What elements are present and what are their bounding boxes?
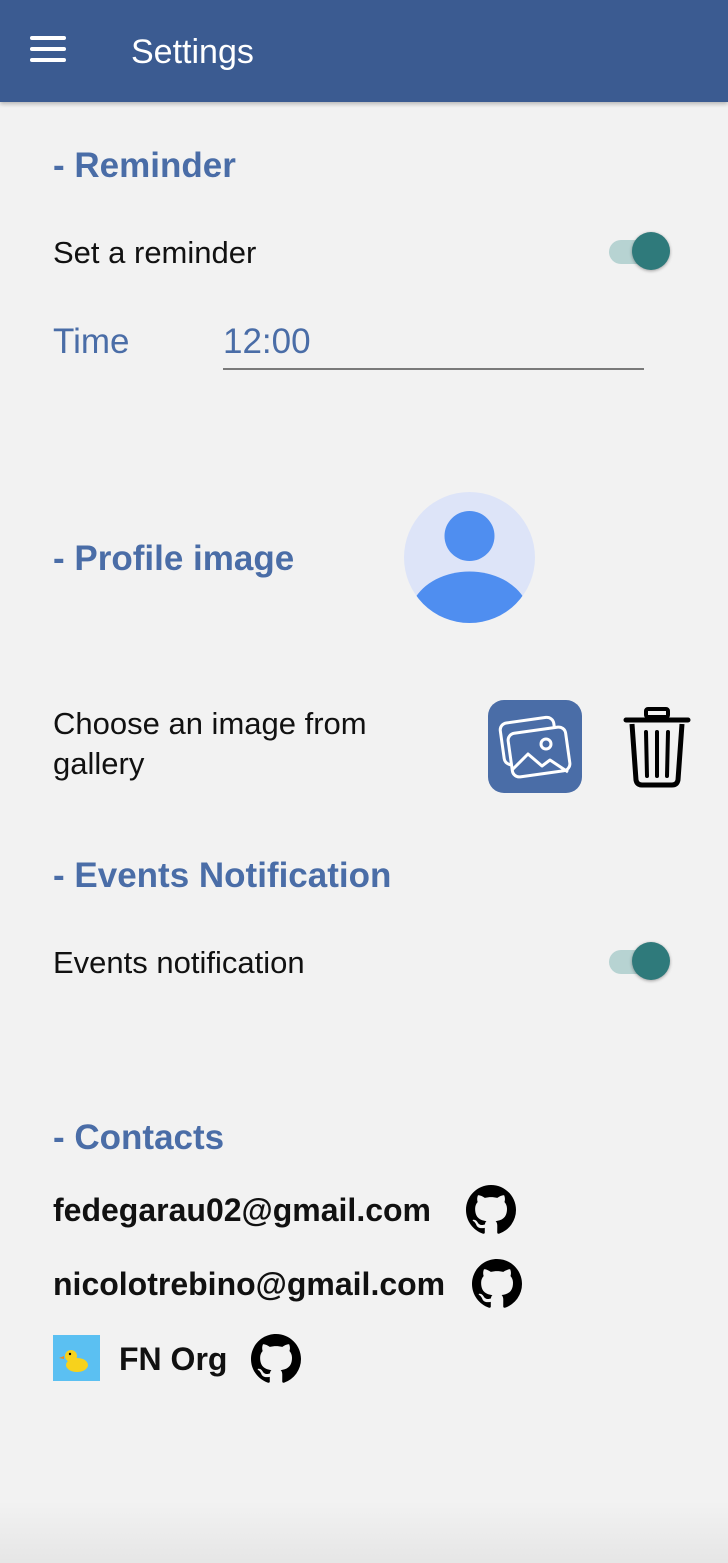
- bottom-shadow: [0, 1500, 728, 1563]
- gallery-icon: [498, 715, 572, 779]
- contact-email: fedegarau02@gmail.com: [53, 1192, 431, 1228]
- contact-email: nicolotrebino@gmail.com: [53, 1266, 446, 1302]
- org-name: FN Org: [119, 1341, 228, 1377]
- time-value: 12:00: [223, 322, 311, 361]
- reminder-toggle[interactable]: [609, 230, 671, 274]
- gallery-button[interactable]: [488, 700, 582, 793]
- duck-icon: [59, 1350, 88, 1372]
- page-title: Settings: [131, 33, 254, 71]
- reminder-section-title: - Reminder: [53, 146, 236, 185]
- duck-logo: [53, 1335, 100, 1381]
- app-bar: Settings: [0, 0, 728, 102]
- events-section-title: - Events Notification: [53, 856, 392, 895]
- events-toggle[interactable]: [609, 940, 671, 984]
- choose-image-label: Choose an image from gallery: [53, 706, 367, 781]
- contacts-section-title: - Contacts: [53, 1118, 225, 1157]
- profile-avatar: [404, 492, 535, 623]
- github-icon[interactable]: [251, 1334, 301, 1384]
- trash-icon: [623, 707, 691, 788]
- profile-section-title: - Profile image: [53, 539, 295, 578]
- time-input[interactable]: 12:00: [223, 318, 644, 370]
- events-notification-label: Events notification: [53, 945, 305, 980]
- delete-image-button[interactable]: [622, 706, 692, 788]
- set-reminder-label: Set a reminder: [53, 235, 257, 270]
- github-icon[interactable]: [466, 1185, 516, 1235]
- menu-icon[interactable]: [30, 36, 68, 64]
- toggle-thumb: [632, 942, 670, 980]
- github-icon[interactable]: [472, 1259, 522, 1309]
- time-label: Time: [53, 322, 130, 361]
- person-icon: [414, 511, 525, 623]
- toggle-thumb: [632, 232, 670, 270]
